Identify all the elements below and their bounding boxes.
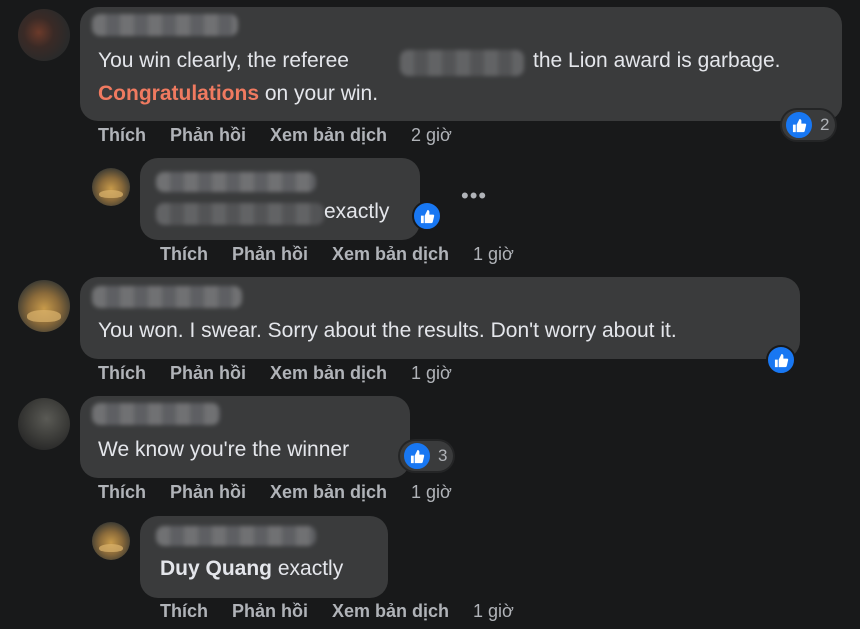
comment-text: We know you're the winner	[98, 434, 349, 466]
comment-text-end: the Lion award is garbage.	[533, 45, 781, 77]
avatar[interactable]	[92, 168, 130, 206]
comment-text: You win clearly, the referee	[98, 45, 349, 77]
reply-button[interactable]: Phản hồi	[170, 125, 246, 145]
comment-text-line2: Congratulations on your win.	[98, 78, 378, 110]
mention-link[interactable]: Duy Quang	[160, 557, 272, 580]
reaction-count: 2	[820, 115, 830, 134]
timestamp[interactable]: 2 giờ	[411, 125, 452, 145]
reply-actions: Thích Phản hồi Xem bản dịch 1 giờ	[160, 244, 538, 265]
reply-button[interactable]: Phản hồi	[232, 244, 308, 264]
thumbs-up-icon	[402, 441, 432, 471]
avatar[interactable]	[92, 522, 130, 560]
timestamp[interactable]: 1 giờ	[473, 244, 514, 264]
comment-text: You won. I swear. Sorry about the result…	[98, 315, 677, 347]
congratulations-text: Congratulations	[98, 82, 259, 105]
reaction-badge[interactable]	[410, 201, 444, 231]
translate-button[interactable]: Xem bản dịch	[332, 601, 449, 621]
thumbs-up-icon	[766, 345, 796, 375]
reply-actions: Thích Phản hồi Xem bản dịch 1 giờ	[160, 601, 538, 622]
reply-text-span: exactly	[272, 557, 344, 580]
reaction-badge[interactable]: 3	[400, 441, 454, 471]
comment-actions: Thích Phản hồi Xem bản dịch 1 giờ	[98, 482, 476, 503]
reaction-badge[interactable]: 2	[782, 110, 836, 140]
comment-actions: Thích Phản hồi Xem bản dịch 1 giờ	[98, 363, 476, 384]
like-button[interactable]: Thích	[98, 482, 146, 502]
translate-button[interactable]: Xem bản dịch	[270, 363, 387, 383]
translate-button[interactable]: Xem bản dịch	[270, 482, 387, 502]
reply-button[interactable]: Phản hồi	[170, 363, 246, 383]
comment-text-span: You won. I swear. Sorry about the result…	[98, 319, 677, 342]
reaction-badge[interactable]	[764, 345, 798, 375]
comment-actions: Thích Phản hồi Xem bản dịch 2 giờ	[98, 125, 476, 146]
like-button[interactable]: Thích	[160, 244, 208, 264]
redacted-username[interactable]	[92, 403, 220, 425]
redacted-username[interactable]	[92, 286, 242, 308]
comment-text-rest: on your win.	[259, 82, 379, 105]
redacted-username[interactable]	[156, 172, 316, 192]
reply-text-span: exactly	[324, 200, 390, 223]
timestamp[interactable]: 1 giờ	[473, 601, 514, 621]
reply-button[interactable]: Phản hồi	[170, 482, 246, 502]
thumbs-up-icon	[412, 201, 442, 231]
comment-text-end-span: the Lion award is garbage.	[533, 49, 781, 72]
comment-text-start: You win clearly, the referee	[98, 49, 349, 72]
redacted-username[interactable]	[92, 14, 238, 36]
redacted-text	[400, 50, 524, 76]
avatar[interactable]	[18, 9, 70, 61]
reply-text-end: exactly	[324, 196, 389, 228]
avatar[interactable]	[18, 398, 70, 450]
like-button[interactable]: Thích	[98, 363, 146, 383]
comment-text-span: We know you're the winner	[98, 438, 350, 461]
avatar[interactable]	[18, 280, 70, 332]
redacted-username[interactable]	[156, 526, 316, 546]
timestamp[interactable]: 1 giờ	[411, 482, 452, 502]
reply-button[interactable]: Phản hồi	[232, 601, 308, 621]
reaction-count: 3	[438, 446, 448, 465]
timestamp[interactable]: 1 giờ	[411, 363, 452, 383]
thumbs-up-icon	[784, 110, 814, 140]
like-button[interactable]: Thích	[160, 601, 208, 621]
more-options-icon[interactable]: •••	[461, 183, 487, 209]
translate-button[interactable]: Xem bản dịch	[270, 125, 387, 145]
translate-button[interactable]: Xem bản dịch	[332, 244, 449, 264]
redacted-text	[156, 203, 324, 225]
reply-text: Duy Quang exactly	[160, 553, 343, 585]
like-button[interactable]: Thích	[98, 125, 146, 145]
